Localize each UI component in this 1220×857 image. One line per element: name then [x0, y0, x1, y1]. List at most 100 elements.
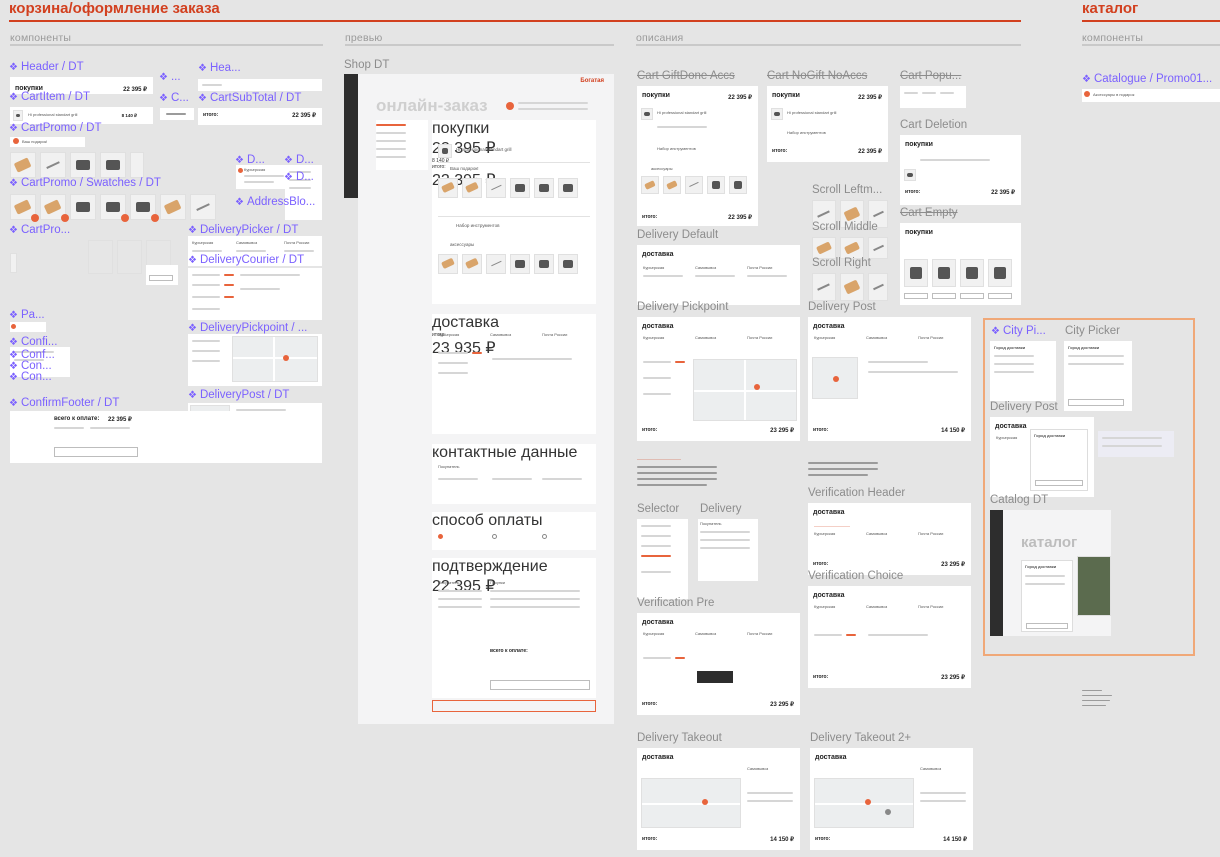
pickpoint-map[interactable] [232, 336, 318, 382]
catalogue-promo-card[interactable]: Аксессуары в подарок [1082, 89, 1220, 102]
cart-empty-frame[interactable]: покупки [900, 223, 1021, 305]
c-component[interactable] [160, 108, 194, 120]
delivery-pickpoint-frame[interactable]: доставка Курьерская Самовывоз Почта Росс… [637, 317, 800, 441]
cart-gift-acc-thumb-1[interactable] [641, 176, 659, 194]
swatch-board-1[interactable] [10, 152, 36, 178]
catalog-city-button[interactable] [1026, 623, 1068, 629]
dpost-map[interactable] [812, 357, 858, 399]
scroll-right-thumb-3[interactable] [868, 273, 888, 301]
dpost2-city-popup[interactable]: Город доставки [1030, 429, 1088, 491]
dp-map-pin[interactable] [754, 384, 760, 390]
cart-empty-thumb-3[interactable] [960, 259, 984, 287]
cart-empty-button-1[interactable] [904, 293, 928, 299]
catalog-page[interactable]: каталог Город доставки [1003, 510, 1111, 636]
shop-acc-thumb-6[interactable] [558, 254, 578, 274]
shop-acc-thumb-3[interactable] [486, 254, 506, 274]
shop-gift-thumb-3[interactable] [486, 178, 506, 198]
cart-gift-done-frame[interactable]: покупки 22 395 ₽ Hi professional standar… [637, 86, 758, 226]
shop-acc-thumb-4[interactable] [510, 254, 530, 274]
pickpoint-map-pin[interactable] [283, 355, 289, 361]
swatch-blank-1[interactable] [130, 152, 144, 178]
shop-payment-radio-1[interactable] [438, 534, 443, 539]
delivery-frame[interactable]: Покупатель [698, 519, 758, 581]
cart-empty-button-4[interactable] [988, 293, 1012, 299]
dp-map[interactable] [693, 359, 797, 421]
swatch-grill-1[interactable] [70, 152, 96, 178]
dt2-map-pin-2[interactable] [885, 809, 891, 815]
shop-gift-thumb-5[interactable] [534, 178, 554, 198]
shop-nav-item-5[interactable] [376, 156, 406, 158]
pa-radio[interactable] [11, 324, 16, 329]
cart-pro-swatch-1[interactable] [10, 253, 17, 273]
shop-nav[interactable] [376, 120, 428, 170]
swatch-grill-2[interactable] [100, 152, 126, 178]
cart-gift-acc-thumb-4[interactable] [707, 176, 725, 194]
delivery-takeout-2-frame[interactable]: доставка Самовывоз итого: 14 150 ₽ [810, 748, 973, 850]
cart-pro-swatch-3[interactable] [117, 240, 142, 274]
verification-pre-frame[interactable]: доставка Курьерская Самовывоз Почта Росс… [637, 613, 800, 715]
cart-gift-acc-thumb-3[interactable] [685, 176, 703, 194]
shop-payment-radio-3[interactable] [542, 534, 547, 539]
shop-confirm-button[interactable] [490, 680, 590, 690]
shop-nav-item-2[interactable] [376, 132, 406, 134]
shop-nav-item-3[interactable] [376, 140, 406, 142]
cart-subtotal-dt-component[interactable]: итого: 22 395 ₽ [198, 108, 322, 125]
swatch-board-4[interactable] [160, 194, 186, 220]
verification-choice-frame[interactable]: доставка Курьерская Самовывоз Почта Росс… [808, 586, 971, 688]
shop-nav-item-1[interactable] [376, 124, 406, 126]
shop-acc-thumb-1[interactable] [438, 254, 458, 274]
delivery-courier-dt-card[interactable] [188, 268, 322, 320]
swatch-grill-3[interactable] [70, 194, 96, 220]
swatch-tool-1[interactable] [40, 152, 66, 178]
dpost2-city-button[interactable] [1035, 480, 1083, 486]
address-radio[interactable] [238, 168, 243, 173]
cart-pro-swatch-5[interactable] [146, 265, 178, 285]
shop-gift-thumb-6[interactable] [558, 178, 578, 198]
cart-empty-thumb-2[interactable] [932, 259, 956, 287]
shop-submit-button[interactable] [432, 700, 596, 712]
swatch-tool-2[interactable] [190, 194, 216, 220]
footer-confirm-button[interactable] [54, 447, 138, 457]
cart-empty-button-2[interactable] [932, 293, 956, 299]
verification-header-frame[interactable]: доставка ————————— Курьерская Самовывоз … [808, 503, 971, 575]
cart-pro-swatch-2[interactable] [88, 240, 113, 274]
shop-acc-thumb-5[interactable] [534, 254, 554, 274]
scroll-middle-thumb-1[interactable] [812, 237, 836, 259]
selector-frame[interactable] [637, 519, 688, 599]
dpost-map-pin[interactable] [833, 376, 839, 382]
dt2-map[interactable] [814, 778, 914, 828]
delivery-takeout-frame[interactable]: доставка Самовывоз итого: 14 150 ₽ [637, 748, 800, 850]
delivery-post-2-frame[interactable]: доставка Курьерская Город доставки [990, 417, 1094, 497]
city-picker-button[interactable] [1068, 399, 1124, 406]
cart-empty-button-3[interactable] [960, 293, 984, 299]
dt-map[interactable] [641, 778, 741, 828]
cart-gift-acc-thumb-2[interactable] [663, 176, 681, 194]
cart-popup-frame[interactable] [900, 86, 966, 108]
shop-gift-thumb-2[interactable] [462, 178, 482, 198]
hea-component[interactable] [198, 79, 322, 91]
dt-map-pin[interactable] [702, 799, 708, 805]
catalog-city-popup[interactable]: Город доставки [1021, 560, 1073, 632]
confirm-footer-dt-card[interactable]: всего к оплате: 22 395 ₽ [10, 411, 322, 463]
cart-empty-thumb-4[interactable] [988, 259, 1012, 287]
city-pi-card[interactable]: Город доставки [990, 341, 1056, 401]
cart-nogift-frame[interactable]: покупки 22 395 ₽ Hi professional standar… [767, 86, 888, 162]
dt2-map-pin-1[interactable] [865, 799, 871, 805]
cart-empty-thumb-1[interactable] [904, 259, 928, 287]
delivery-post-2-side[interactable] [1098, 431, 1174, 457]
shop-nav-item-4[interactable] [376, 148, 406, 150]
scroll-middle-thumb-2[interactable] [840, 237, 864, 259]
cart-deletion-frame[interactable]: покупки итого: 22 395 ₽ [900, 135, 1021, 205]
shop-gift-thumb-4[interactable] [510, 178, 530, 198]
shop-gift-thumb-1[interactable] [438, 178, 458, 198]
cart-promo-dt-component[interactable]: Ваш подарок! [10, 137, 85, 147]
delivery-default-frame[interactable]: доставка Курьерская Самовывоз Почта Росс… [637, 245, 800, 305]
city-picker-frame[interactable]: Город доставки [1064, 341, 1132, 411]
scroll-right-thumb-1[interactable] [812, 273, 836, 301]
cart-gift-acc-thumb-5[interactable] [729, 176, 747, 194]
cart-pro-swatch-button[interactable] [149, 275, 173, 281]
delivery-pickpoint-dt-card[interactable] [188, 334, 322, 386]
scroll-right-thumb-2[interactable] [840, 273, 864, 301]
scroll-middle-thumb-3[interactable] [868, 237, 888, 259]
delivery-post-frame[interactable]: доставка Курьерская Самовывоз Почта Росс… [808, 317, 971, 441]
